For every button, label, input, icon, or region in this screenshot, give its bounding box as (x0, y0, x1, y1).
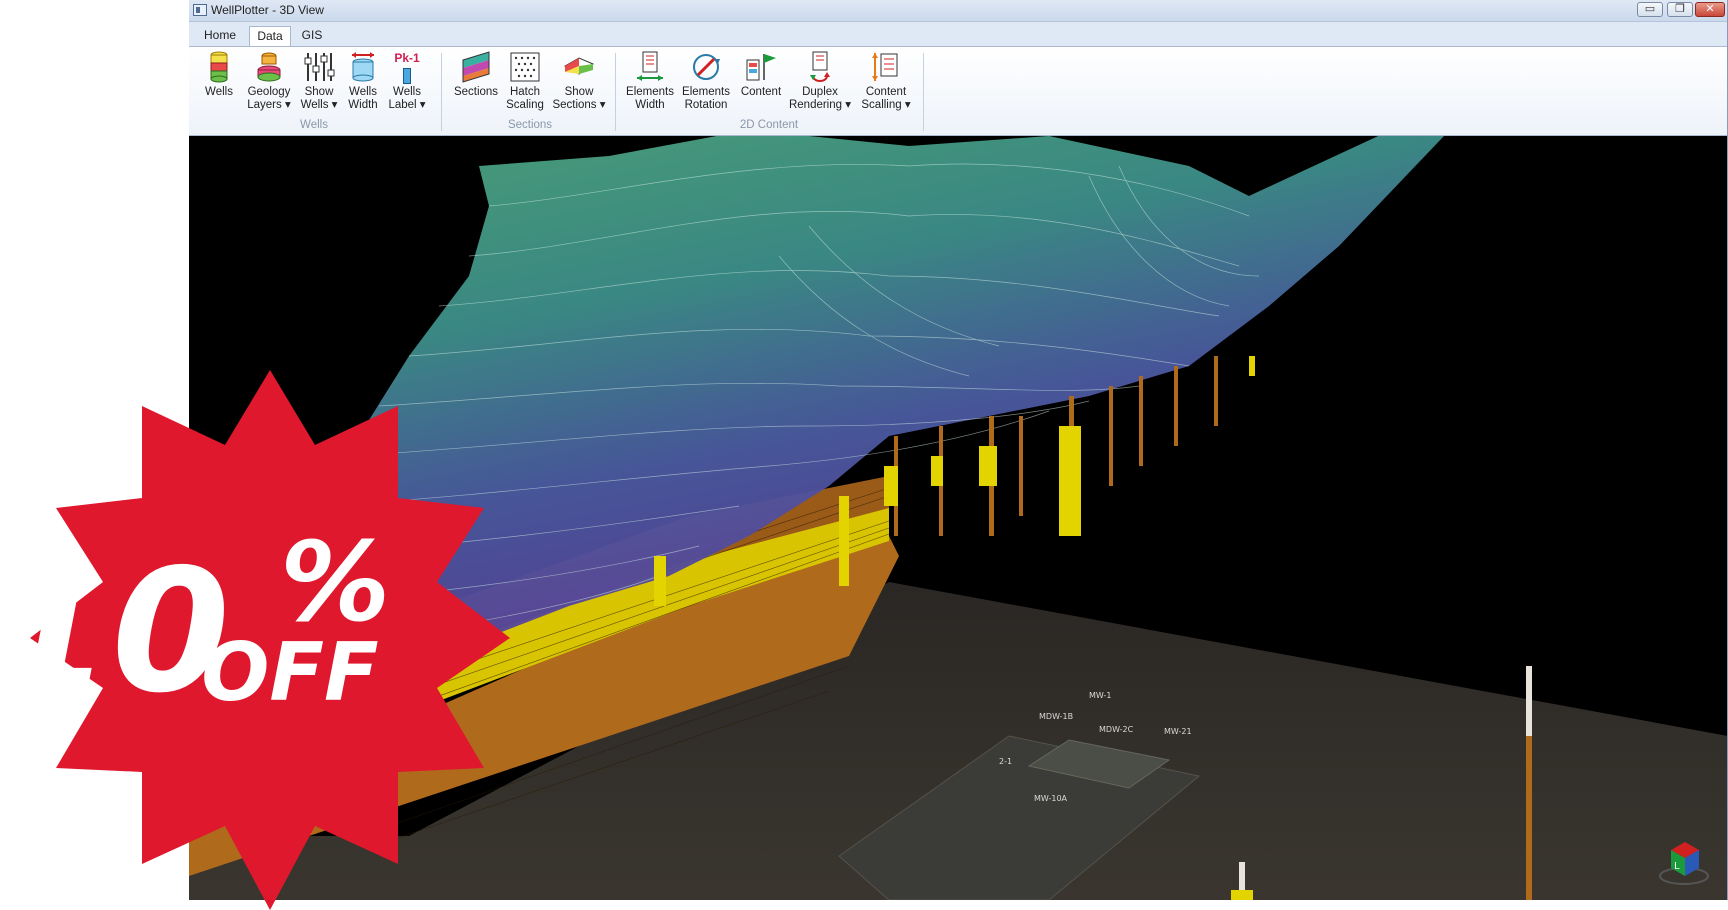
show-wells-label: Show Wells ▾ (300, 86, 338, 111)
sections-icon (462, 51, 490, 83)
content-icon (746, 54, 776, 81)
elements-width-label: Elements Width (626, 86, 674, 111)
show-sections-label: Show Sections ▾ (552, 86, 606, 111)
show-wells-icon (304, 53, 335, 81)
well-shaft (1019, 416, 1023, 516)
map-label: MW-21 (1164, 727, 1192, 736)
content-scaling-label: Content Scalling ▾ (861, 86, 911, 111)
well-marker (839, 496, 849, 586)
well-marker (654, 556, 666, 606)
duplex-rendering-icon (810, 51, 830, 82)
well-shaft (1174, 366, 1178, 446)
map-label: MW-10A (1034, 794, 1068, 803)
wells-width-button[interactable]: Wells Width (343, 50, 383, 112)
map-label: 2-1 (999, 757, 1012, 766)
discount-percent: 10 (0, 533, 230, 731)
sections-label: Sections (453, 86, 499, 98)
restore-button[interactable]: ❐ (1667, 2, 1693, 17)
duplex-rendering-button[interactable]: Duplex Rendering ▾ (787, 50, 853, 112)
wells-label-icon: Pk-1 (390, 50, 424, 84)
content-scaling-button[interactable]: Content Scalling ▾ (857, 50, 915, 112)
well-marker (884, 466, 898, 506)
group-separator (441, 53, 442, 131)
elements-width-button[interactable]: Elements Width (623, 50, 677, 112)
wells-label-button[interactable]: Pk-1 Wells Label ▾ (385, 50, 429, 112)
discount-badge: 10 % OFF (0, 370, 510, 910)
hatch-scaling-button[interactable]: Hatch Scaling (503, 50, 547, 112)
app-icon (193, 4, 207, 16)
show-sections-icon (563, 57, 595, 75)
tab-home[interactable]: Home (197, 26, 243, 46)
wells-label-label: Wells Label ▾ (388, 86, 426, 111)
wells-width-label: Wells Width (348, 86, 378, 111)
elements-rotation-icon (693, 54, 720, 80)
well-marker (1059, 426, 1081, 536)
hatch-scaling-label: Hatch Scaling (506, 86, 544, 111)
ribbon-tabs: Home Data GIS (189, 22, 1727, 46)
content-button[interactable]: Content (737, 50, 785, 99)
wells-width-icon (352, 52, 374, 82)
minimize-button[interactable]: ▭ (1637, 2, 1663, 17)
tab-data[interactable]: Data (249, 26, 291, 46)
group-label-2d-content: 2D Content (739, 119, 799, 131)
well-marker (1249, 356, 1255, 376)
well-shaft (1139, 376, 1143, 466)
geology-layers-label: Geology Layers ▾ (247, 86, 291, 111)
map-label: MDW-1B (1039, 712, 1073, 721)
window-title: WellPlotter - 3D View (211, 3, 324, 17)
group-separator (615, 53, 616, 131)
show-sections-button[interactable]: Show Sections ▾ (549, 50, 609, 112)
well-marker (1231, 890, 1253, 900)
wells-icon (210, 51, 228, 83)
group-separator (923, 53, 924, 131)
discount-word: OFF (201, 626, 378, 719)
elements-rotation-label: Elements Rotation (682, 86, 730, 111)
content-scaling-icon (872, 53, 898, 81)
geology-layers-icon (257, 52, 281, 82)
content-label: Content (740, 86, 782, 98)
close-button[interactable]: ✕ (1695, 2, 1725, 17)
wells-label-icon-text: Pk-1 (394, 51, 420, 65)
well-marker (979, 446, 997, 486)
well-marker (931, 456, 943, 486)
wells-label: Wells (205, 86, 233, 98)
ribbon-panel: Wells Geology Layers ▾ Show Wells ▾ Well… (189, 46, 1727, 136)
geology-layers-button[interactable]: Geology Layers ▾ (243, 50, 295, 112)
orientation-cube-label: L (1674, 861, 1680, 872)
show-wells-button[interactable]: Show Wells ▾ (297, 50, 341, 112)
well-shaft (1214, 356, 1218, 426)
well-shaft (1109, 386, 1113, 486)
tab-gis[interactable]: GIS (297, 26, 327, 46)
title-bar: WellPlotter - 3D View ▭ ❐ ✕ (189, 0, 1727, 22)
duplex-rendering-label: Duplex Rendering ▾ (788, 86, 852, 111)
well-marker (1526, 666, 1532, 736)
hatch-scaling-icon (510, 52, 540, 82)
wells-button[interactable]: Wells (199, 50, 239, 99)
elements-width-icon (637, 51, 663, 81)
group-label-wells: Wells (300, 119, 328, 131)
group-label-sections: Sections (507, 119, 553, 131)
map-label: MDW-2C (1099, 725, 1134, 734)
map-label: MW-1 (1089, 691, 1111, 700)
sections-button[interactable]: Sections (451, 50, 501, 99)
elements-rotation-button[interactable]: Elements Rotation (679, 50, 733, 112)
